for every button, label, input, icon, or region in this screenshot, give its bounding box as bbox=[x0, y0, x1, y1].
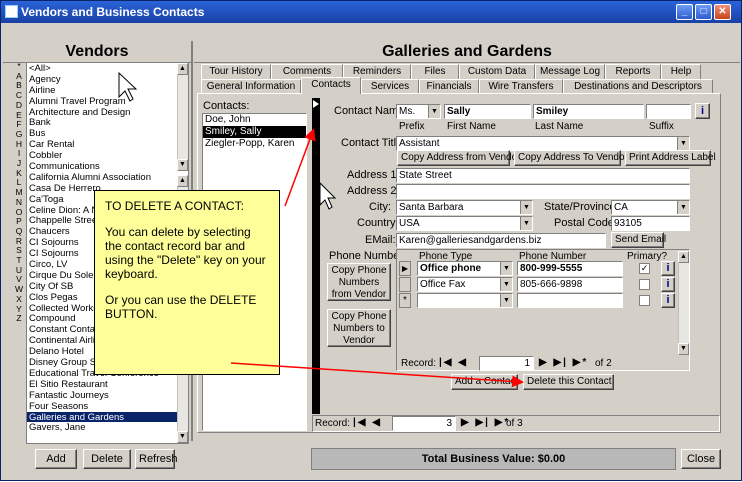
mouse-cursor-icon bbox=[118, 71, 138, 102]
arrow-to-record-bar bbox=[284, 128, 316, 207]
tab-contacts[interactable]: Contacts bbox=[301, 77, 361, 94]
mouse-cursor-icon bbox=[319, 181, 337, 210]
application-window: Vendors and Business Contacts _ □ ✕ Vend… bbox=[0, 0, 742, 481]
arrow-to-delete-button bbox=[230, 362, 524, 388]
annotation-arrows bbox=[118, 71, 524, 388]
